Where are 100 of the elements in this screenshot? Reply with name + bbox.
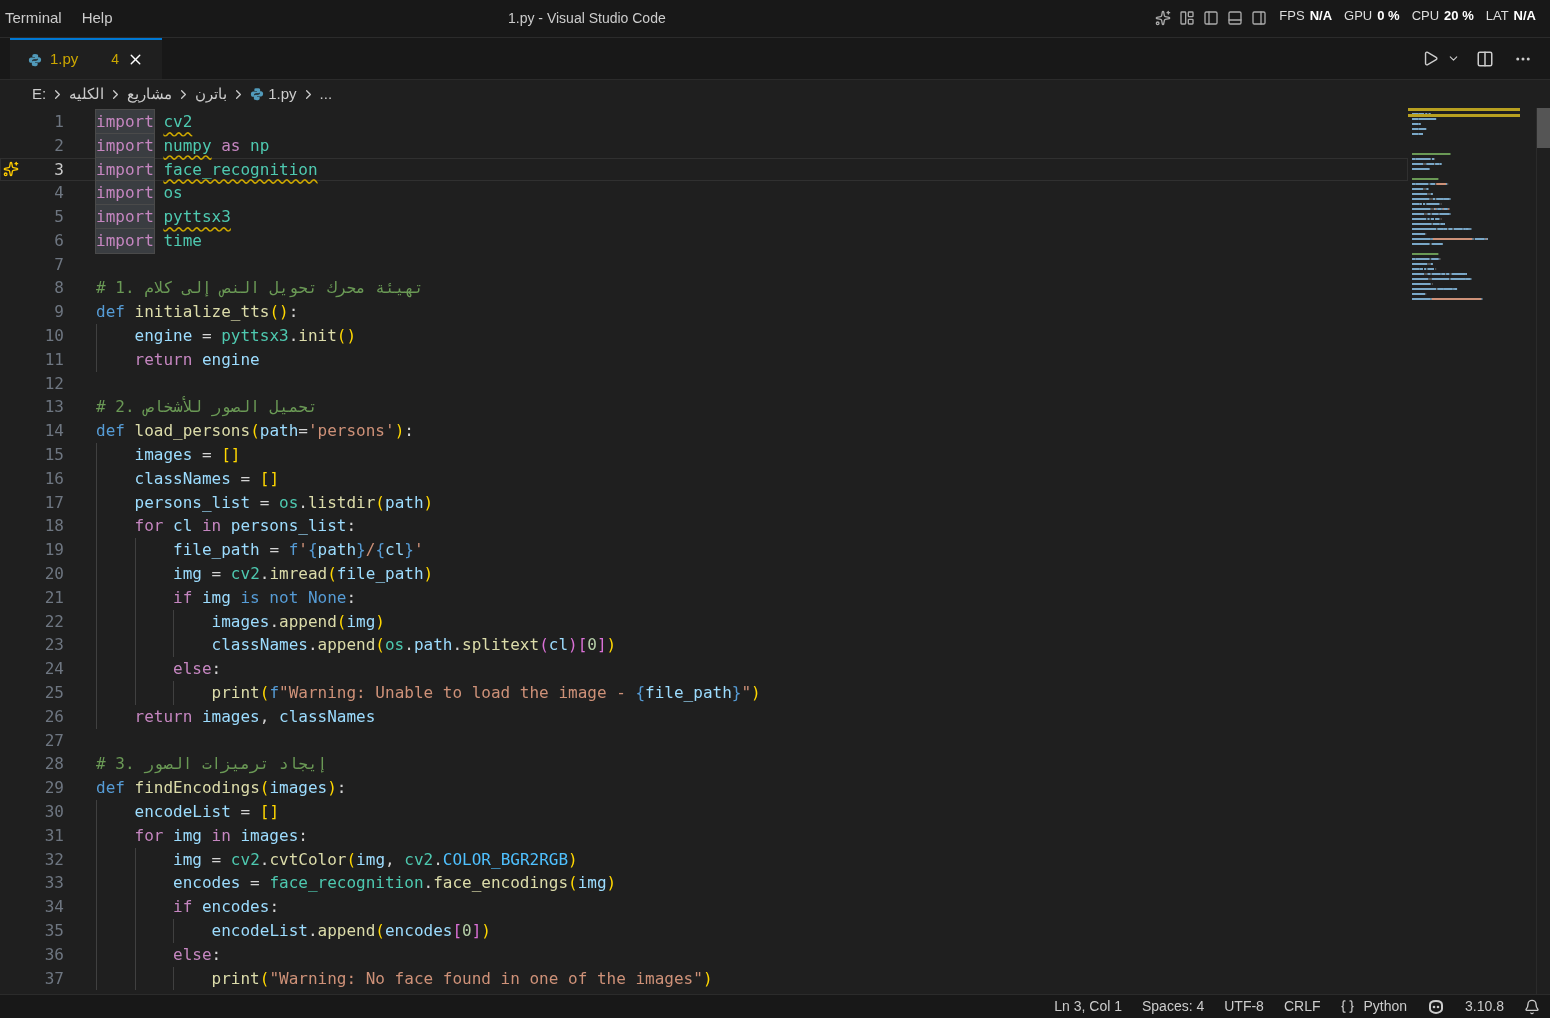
breadcrumb-item[interactable]: الكليه [69,82,105,106]
run-icon[interactable] [1422,50,1439,67]
chat-sparkle-icon[interactable] [1155,9,1172,26]
line-number: 35 [43,920,64,942]
problem-count: 4 [111,50,119,69]
breadcrumb-item[interactable]: 1.py [268,82,297,106]
module-name: time [163,229,202,252]
keyword: return [134,705,193,728]
keyword: in [211,824,231,847]
code-text: , [259,705,270,728]
language-mode[interactable]: Python [1363,996,1408,1017]
constant: COLOR_BGR2RGB [442,848,569,871]
variable: engine [134,325,193,348]
bracket: [] [259,801,279,823]
bracket: ) [702,967,713,990]
module-name: face_recognition [163,158,318,181]
bracket: ( [375,634,385,657]
status-item[interactable]: UTF-8 [1224,996,1264,1017]
bracket: ( [336,610,347,633]
code-text: : [211,658,222,681]
keyword: { [375,539,386,562]
bracket: () [269,301,289,324]
variable: images [211,610,270,633]
variable: path [317,539,357,562]
bracket: () [336,325,357,348]
line-number: 11 [43,348,64,371]
metric-value: N/A [1309,7,1333,25]
function-name: append [317,920,376,942]
breadcrumb-item[interactable]: مشاريع [127,82,173,106]
code-text: . [307,634,318,657]
breadcrumb-item[interactable]: E: [32,82,47,106]
string-literal: "Warning: Unable to load the image - [279,682,626,705]
metric-value: 0 % [1377,7,1400,25]
line-number: 21 [43,586,64,609]
notifications-icon[interactable] [1524,998,1540,1015]
variable: cl [385,539,405,562]
status-item[interactable]: Spaces: 4 [1141,996,1205,1017]
lightbulb-sparkle-icon[interactable] [3,161,19,178]
code-text: : [211,943,222,966]
editor-tab[interactable]: 1.py 4 [10,38,162,79]
keyword: if [173,586,193,609]
line-number: 17 [43,491,64,514]
code-text: : [269,896,279,919]
function-name: findEncodings [134,777,260,800]
function-name: face_encodings [433,872,568,895]
variable: classNames [211,634,308,657]
breadcrumb-item[interactable]: باترن [195,82,228,106]
variable: cl [548,634,569,657]
line-number: 13 [43,396,64,419]
bracket: ) [751,682,761,705]
layout-icon[interactable] [1179,9,1196,26]
bracket: ) [375,610,385,633]
bracket: ] [471,920,482,942]
bottom-panel-icon[interactable] [1227,9,1244,26]
keyword: import [96,133,154,158]
metric-value: N/A [1513,7,1536,25]
code-text: : [336,777,347,800]
code-text: . [259,563,270,586]
code-text: = [258,491,271,514]
code-text: . [404,634,414,657]
variable: path [413,634,453,657]
menu-item[interactable]: Terminal [5,7,62,30]
variable: img [346,610,376,633]
variable: classNames [134,467,231,490]
bracket: ) [423,491,434,514]
status-item[interactable]: Ln 3, Col 1 [1054,996,1122,1017]
number-literal: 0 [587,634,597,657]
string-literal: ' [298,539,308,562]
keyword: return [134,348,193,371]
window-title: 1.py - Visual Studio Code [508,9,666,28]
variable: encodes [385,920,453,942]
metric-label: LAT [1485,7,1509,25]
line-number: 31 [43,824,64,847]
keyword: if [173,896,193,919]
function-name: print [211,967,260,990]
function-name: append [317,634,376,657]
split-editor-icon[interactable] [1476,49,1494,68]
line-number: 36 [43,943,64,966]
metric-label: CPU [1411,7,1440,25]
right-panel-icon[interactable] [1251,9,1268,26]
variable: img [173,563,202,586]
scrollbar-thumb[interactable] [1537,108,1550,148]
status-item[interactable]: CRLF [1283,996,1321,1017]
braces-icon[interactable] [1340,999,1356,1014]
menu-item[interactable]: Help [81,7,113,30]
variable: img [201,586,231,609]
bracket: ( [568,872,578,895]
keyword: def [96,301,125,324]
line-number: 34 [43,896,64,919]
status-item[interactable]: 3.10.8 [1465,996,1504,1017]
code-text: , [385,848,395,871]
line-number: 28 [43,753,64,776]
module-name: cv2 [230,848,260,871]
module-name: cv2 [230,563,260,586]
keyword: f [269,682,280,705]
keyword: import [96,109,154,134]
code-text: = [210,848,223,871]
sidebar-panel-icon[interactable] [1203,9,1220,26]
bracket: ) [394,420,405,443]
breadcrumb-item[interactable]: ... [319,82,333,106]
